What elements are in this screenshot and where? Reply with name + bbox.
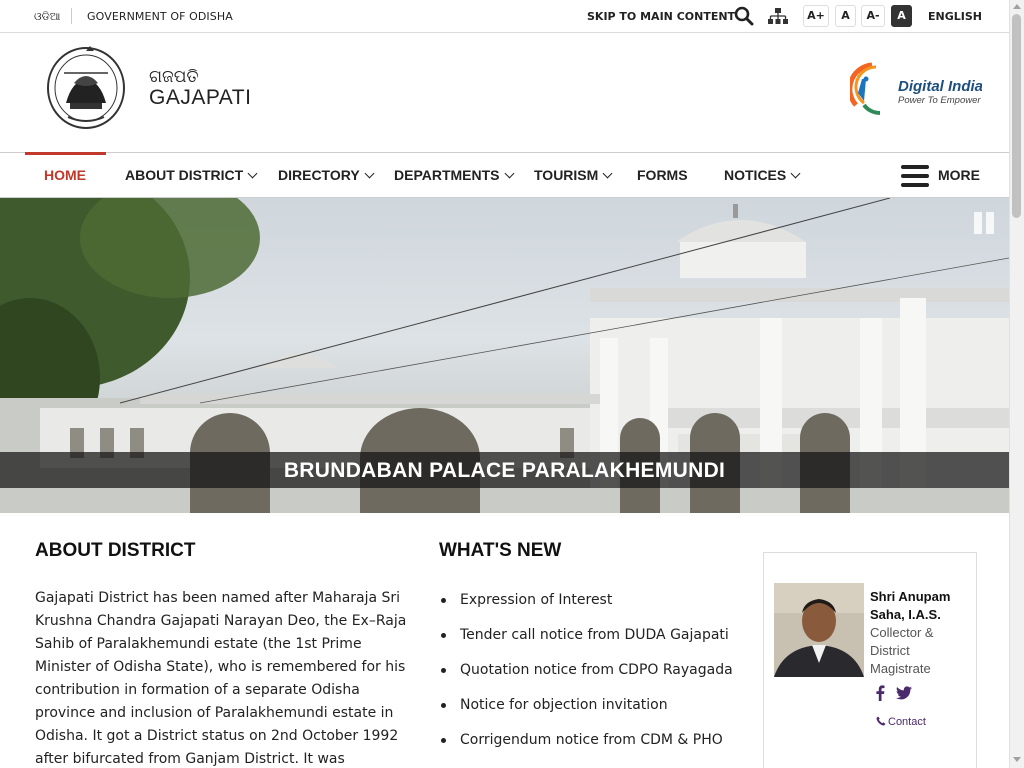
facebook-icon[interactable] — [875, 685, 885, 701]
nav-item-label: NOTICES — [724, 167, 787, 183]
digital-india-logo[interactable]: Digital India Power To Empower — [850, 61, 982, 117]
collector-designation: Collector & District Magistrate — [870, 625, 934, 676]
nav-item-about-district[interactable]: ABOUT DISTRICT — [125, 167, 258, 183]
nav-item-label: DEPARTMENTS — [394, 167, 500, 183]
nav-item-label: FORMS — [637, 167, 688, 183]
news-item[interactable]: Corrigendum notice from CDM & PHO — [440, 730, 740, 765]
search-icon[interactable] — [734, 6, 754, 26]
page-scrollbar[interactable] — [1009, 0, 1024, 768]
nav-item-directory[interactable]: DIRECTORY — [278, 167, 375, 183]
about-district-heading: ABOUT DISTRICT — [35, 540, 196, 561]
main-navigation: HOME ABOUT DISTRICT DIRECTORY DEPARTMENT… — [0, 152, 1009, 198]
news-item[interactable]: Expression of Interest — [440, 590, 740, 625]
hamburger-menu-icon[interactable] — [901, 165, 929, 187]
news-item[interactable]: Tender call notice from DUDA Gajapati — [440, 625, 740, 660]
nav-item-label: ABOUT DISTRICT — [125, 167, 244, 183]
language-english-link[interactable]: ENGLISH — [928, 10, 982, 23]
pause-icon[interactable] — [974, 212, 996, 234]
collector-name: Shri Anupam Saha, I.A.S. — [870, 589, 951, 622]
top-utility-bar: ଓଡିଆ GOVERNMENT OF ODISHA SKIP TO MAIN C… — [0, 0, 1009, 33]
nav-item-forms[interactable]: FORMS — [637, 167, 688, 183]
collector-profile-card: Shri Anupam Saha, I.A.S. Collector & Dis… — [763, 552, 977, 768]
scroll-down-arrow-icon[interactable] — [1013, 757, 1021, 762]
contact-label: Contact — [888, 716, 926, 728]
active-indicator — [25, 152, 106, 155]
nav-item-notices[interactable]: NOTICES — [724, 167, 801, 183]
language-odia-link[interactable]: ଓଡିଆ — [34, 10, 60, 24]
scrollbar-thumb[interactable] — [1012, 14, 1021, 218]
site-name[interactable]: GAJAPATI — [149, 86, 251, 110]
news-item[interactable]: Notice for objection invitation — [440, 695, 740, 730]
digital-india-title: Digital India — [898, 78, 982, 95]
whats-new-heading: WHAT'S NEW — [439, 540, 562, 561]
odisha-emblem-logo[interactable] — [44, 43, 128, 131]
nav-item-label: TOURISM — [534, 167, 599, 183]
whats-new-list: Expression of Interest Tender call notic… — [440, 590, 740, 765]
twitter-icon[interactable] — [896, 686, 912, 700]
skip-to-main-content-link[interactable]: SKIP TO MAIN CONTENT — [587, 10, 735, 23]
chevron-down-icon — [602, 168, 613, 179]
news-item[interactable]: Quotation notice from CDPO Rayagada — [440, 660, 740, 695]
sitemap-icon[interactable] — [768, 7, 788, 25]
divider — [71, 8, 72, 24]
banner-slider: BRUNDABAN PALACE PARALAKHEMUNDI — [0, 198, 1009, 513]
contact-link[interactable]: Contact — [876, 716, 926, 728]
high-contrast-button[interactable]: A — [891, 5, 912, 27]
scroll-up-arrow-icon[interactable] — [1013, 4, 1021, 9]
chevron-down-icon — [364, 168, 375, 179]
chevron-down-icon — [247, 168, 258, 179]
phone-icon — [876, 716, 886, 726]
font-increase-button[interactable]: A+ — [803, 5, 829, 27]
about-district-text: Gajapati District has been named after M… — [35, 590, 407, 767]
government-label: GOVERNMENT OF ODISHA — [87, 10, 233, 23]
nav-item-departments[interactable]: DEPARTMENTS — [394, 167, 514, 183]
chevron-down-icon — [790, 168, 801, 179]
banner-caption-bar: BRUNDABAN PALACE PARALAKHEMUNDI — [0, 452, 1009, 488]
site-header: ଗଜପତି GAJAPATI Digital India Power To Em… — [0, 33, 1009, 153]
nav-item-label: HOME — [44, 167, 86, 183]
collector-photo — [774, 583, 864, 677]
digital-india-tagline: Power To Empower — [898, 95, 981, 106]
nav-item-label: DIRECTORY — [278, 167, 360, 183]
font-normal-button[interactable]: A — [835, 5, 856, 27]
banner-caption: BRUNDABAN PALACE PARALAKHEMUNDI — [283, 459, 726, 482]
more-menu-button[interactable]: MORE — [938, 167, 980, 183]
nav-item-home[interactable]: HOME — [44, 167, 86, 183]
site-name-odia: ଗଜପତି — [149, 67, 199, 87]
font-decrease-button[interactable]: A- — [861, 5, 885, 27]
chevron-down-icon — [504, 168, 514, 179]
nav-item-tourism[interactable]: TOURISM — [534, 167, 613, 183]
